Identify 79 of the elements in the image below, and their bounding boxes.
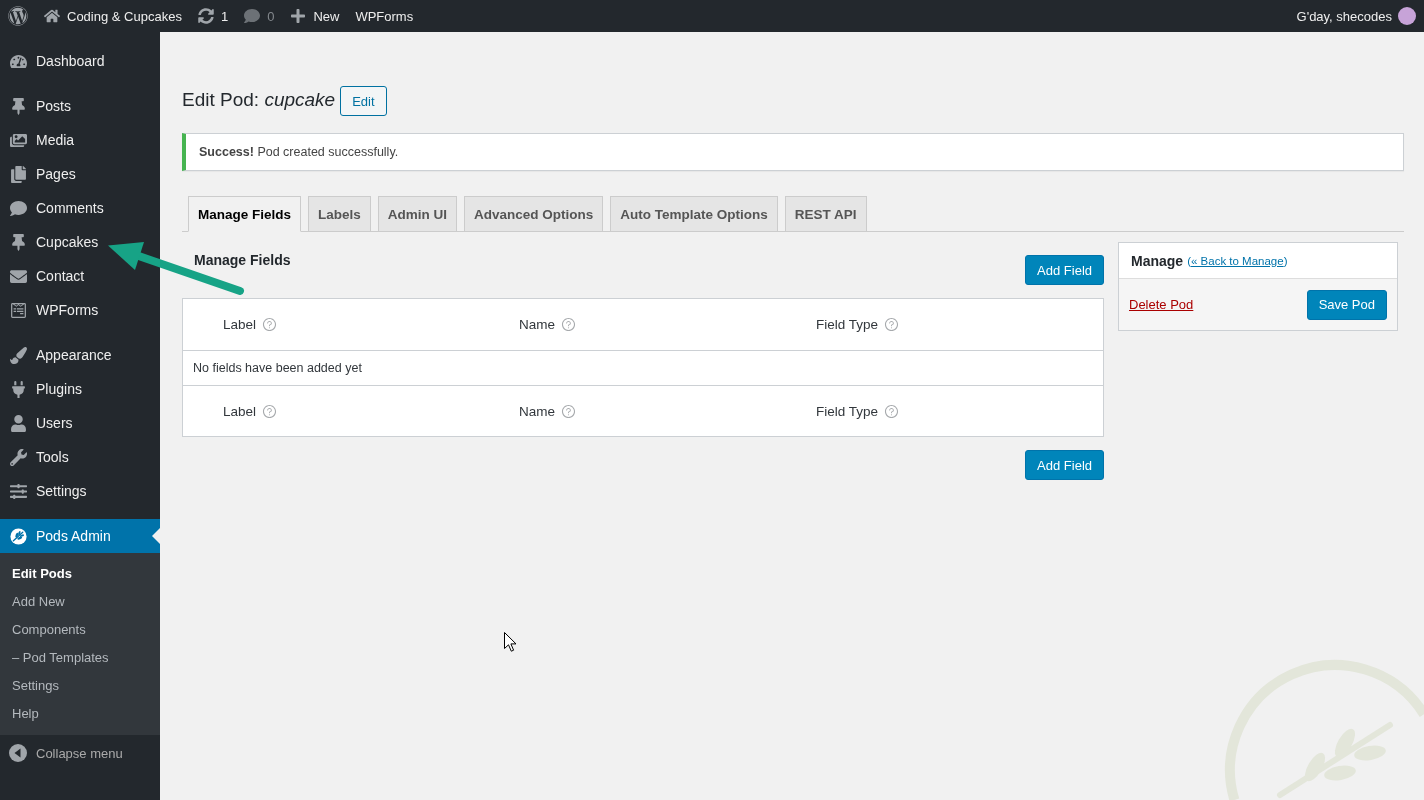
logo-icon[interactable] [8, 6, 28, 26]
sidebar-item[interactable]: Contact [0, 259, 160, 293]
add-field-button[interactable]: Add Field [1025, 255, 1104, 285]
panel-title: Manage [1131, 252, 1184, 269]
column-footer: Name [519, 403, 555, 419]
help-icon[interactable] [561, 317, 576, 332]
pin-icon [9, 233, 27, 251]
updates-link[interactable]: 1 [189, 0, 237, 32]
sidebar-item[interactable]: Posts [0, 89, 160, 123]
pin-icon [9, 97, 27, 115]
account-link[interactable]: G'day, shecodes [1296, 7, 1416, 25]
speech-bubble-icon [244, 8, 261, 24]
sidebar-item[interactable]: Comments [0, 191, 160, 225]
back-link[interactable]: (« Back to Manage) [1187, 254, 1288, 267]
page-title: Edit Pod: cupcake [182, 88, 336, 112]
column-header: Label [223, 317, 257, 332]
help-icon[interactable] [262, 317, 278, 332]
submenu-item[interactable]: Help [0, 700, 160, 728]
sidebar-item[interactable]: Pods Admin [0, 519, 160, 553]
sidebar-item[interactable]: Settings [0, 474, 160, 508]
tab[interactable]: REST API [784, 196, 867, 232]
edit-button[interactable]: Edit [340, 86, 387, 116]
images-icon [9, 131, 27, 149]
submenu-item[interactable]: Edit Pods [0, 560, 160, 588]
help-icon[interactable] [884, 403, 900, 419]
current-notch-icon [152, 528, 160, 544]
gauge-icon [9, 52, 27, 70]
site-name-link[interactable]: Coding & Cupcakes [36, 0, 190, 32]
notice-message: Success! Pod created successfully. [199, 145, 399, 159]
home-icon [44, 8, 60, 24]
refresh-icon [197, 8, 214, 24]
delete-link[interactable]: Delete Pod [1129, 297, 1194, 312]
submenu-item[interactable]: Settings [0, 672, 160, 700]
sidebar-item[interactable]: Cupcakes [0, 225, 160, 259]
submenu-item[interactable]: – Pod Templates [0, 644, 160, 672]
sliders-icon [9, 482, 27, 500]
collapse-menu-button[interactable]: Collapse menu [0, 736, 160, 770]
speech-bubble-icon [9, 199, 27, 217]
leaf-badge-icon [9, 527, 27, 545]
add-field-button[interactable]: Add Field [1025, 450, 1104, 480]
plus-icon [290, 8, 307, 24]
sidebar-item[interactable]: Dashboard [0, 44, 160, 78]
column-header: Field Type [816, 317, 879, 332]
tab[interactable]: Advanced Options [464, 196, 604, 232]
column-header: Name [519, 317, 555, 332]
tab[interactable]: Auto Template Options [610, 196, 778, 232]
sidebar-item[interactable]: Plugins [0, 372, 160, 406]
empty-message: No fields have been added yet [193, 361, 362, 375]
tab[interactable]: Labels [308, 196, 371, 232]
column-footer: Field Type [816, 403, 879, 419]
sidebar-item[interactable]: Media [0, 123, 160, 157]
avatar-placeholder [1398, 7, 1416, 25]
mouse-pointer-icon [504, 632, 517, 652]
help-icon[interactable] [262, 403, 278, 419]
sidebar-item[interactable]: Pages [0, 157, 160, 191]
sidebar-item[interactable]: Appearance [0, 338, 160, 372]
pages-icon [9, 165, 27, 183]
sidebar-item[interactable]: Tools [0, 440, 160, 474]
column-footer: Label [223, 403, 257, 419]
user-icon [9, 414, 27, 432]
wrench-icon [9, 448, 27, 466]
help-icon[interactable] [561, 403, 576, 419]
form-icon [9, 301, 27, 319]
tab[interactable]: Manage Fields [188, 196, 302, 232]
submenu-item[interactable]: Add New [0, 588, 160, 616]
sidebar-item[interactable]: WPForms [0, 293, 160, 327]
paintbrush-icon [9, 346, 27, 364]
comments-link[interactable]: 0 [236, 0, 283, 32]
tab[interactable]: Admin UI [377, 196, 458, 232]
help-icon[interactable] [884, 317, 900, 332]
sidebar-item[interactable]: Users [0, 406, 160, 440]
submenu-item[interactable]: Components [0, 616, 160, 644]
save-button[interactable]: Save Pod [1306, 289, 1387, 320]
plug-icon [9, 380, 27, 398]
new-content-link[interactable]: New [282, 0, 348, 32]
envelope-icon [9, 267, 27, 285]
menu-link[interactable]: WPForms [347, 0, 422, 32]
collapse-icon [9, 744, 27, 762]
section-title: Manage Fields [193, 251, 291, 270]
